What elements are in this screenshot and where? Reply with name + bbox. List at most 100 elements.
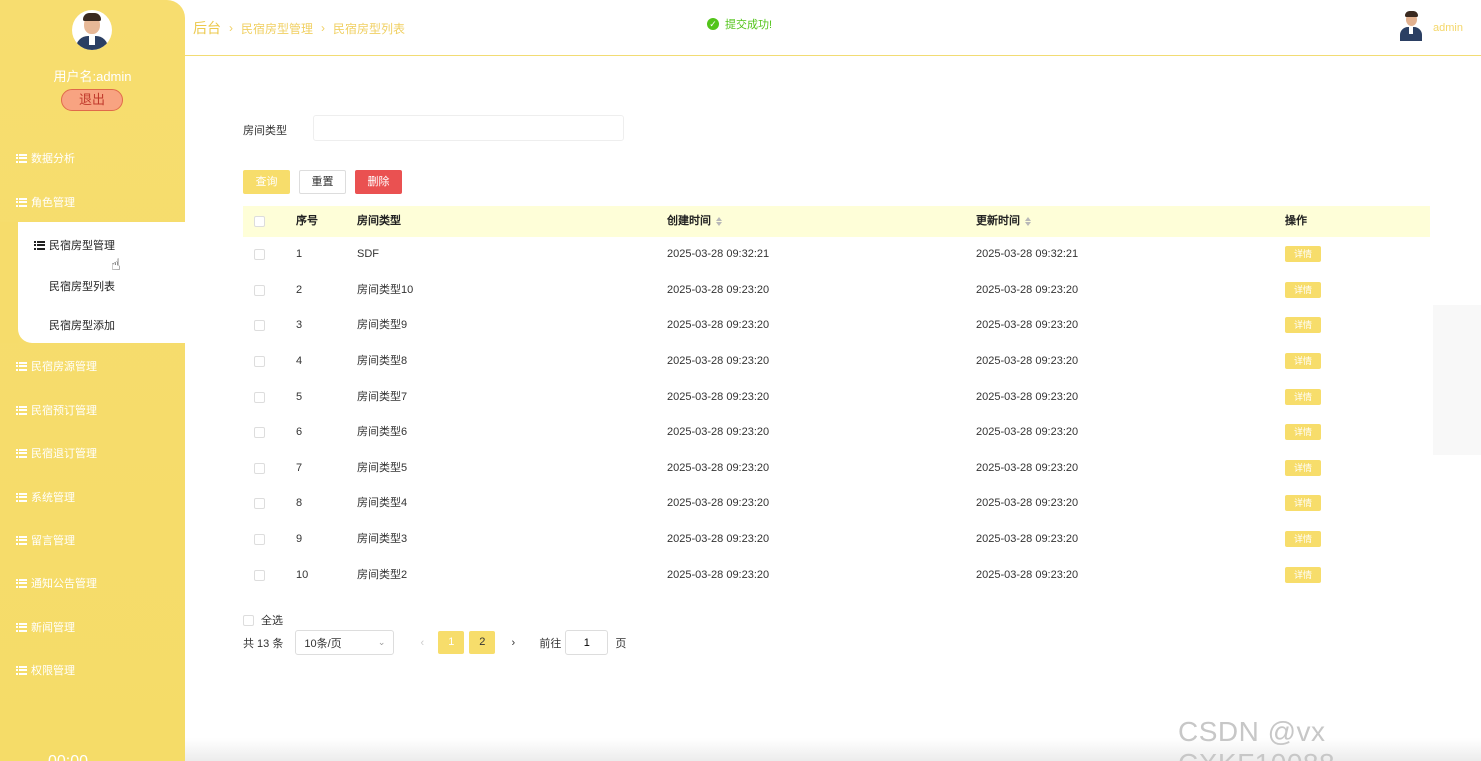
sidebar-item-label: 通知公告管理	[31, 578, 97, 590]
column-header-no: 序号	[296, 215, 318, 227]
chevron-right-icon: ›	[229, 21, 233, 35]
list-icon	[16, 535, 27, 545]
reset-button[interactable]: 重置	[299, 170, 346, 194]
sidebar-subitem-room-type-list[interactable]: 民宿房型列表	[49, 278, 115, 294]
row-checkbox[interactable]	[254, 498, 265, 509]
detail-button[interactable]: 详情	[1285, 567, 1321, 583]
cell-no: 5	[296, 391, 303, 403]
search-label: 房间类型	[243, 125, 287, 137]
header-username[interactable]: admin	[1433, 22, 1463, 34]
breadcrumb-item: 民宿房型列表	[333, 21, 406, 36]
select-all[interactable]: 全选	[243, 612, 283, 628]
chevron-right-icon: ›	[321, 21, 326, 35]
sidebar: 用户名:admin 退出 数据分析 角色管理 民宿房型管理 民宿房型列表 民宿房…	[0, 0, 185, 761]
cell-no: 7	[296, 462, 303, 474]
table-row: 1 SDF 2025-03-28 09:32:21 2025-03-28 09:32:…	[243, 237, 1430, 272]
detail-button[interactable]: 详情	[1285, 460, 1321, 476]
room-type-search-input[interactable]	[313, 115, 624, 141]
detail-button[interactable]: 详情	[1285, 282, 1321, 298]
page-size-select[interactable]: 10条/页 ⌄	[295, 630, 395, 655]
sidebar-item-cancellations[interactable]: 民宿退订管理	[16, 445, 97, 461]
row-checkbox[interactable]	[254, 356, 265, 367]
sidebar-username: 用户名:admin	[53, 69, 132, 84]
breadcrumb-item[interactable]: 民宿房型管理	[241, 20, 313, 37]
row-checkbox[interactable]	[254, 427, 265, 438]
page-button-1[interactable]: 1	[438, 631, 465, 654]
detail-button[interactable]: 详情	[1285, 246, 1321, 262]
row-checkbox[interactable]	[254, 534, 265, 545]
cell-updated: 2025-03-28 09:23:20	[976, 284, 1079, 296]
table-row: 6 房间类型6 2025-03-28 09:23:20 2025-03-28 09:2…	[243, 415, 1430, 450]
cell-updated: 2025-03-28 09:23:20	[976, 355, 1079, 367]
prev-page-button[interactable]: ‹	[412, 637, 432, 649]
select-all-header-checkbox[interactable]	[254, 216, 265, 227]
cell-updated: 2025-03-28 09:23:20	[976, 569, 1079, 581]
sidebar-item-label: 角色管理	[31, 197, 75, 209]
column-header-updated[interactable]: 更新时间	[976, 206, 1031, 237]
cell-updated: 2025-03-28 09:23:20	[976, 319, 1079, 331]
row-checkbox[interactable]	[254, 570, 265, 581]
sort-icon[interactable]	[716, 217, 722, 226]
cell-no: 4	[296, 355, 303, 367]
sidebar-item-listings[interactable]: 民宿房源管理	[16, 358, 97, 374]
table-header: 序号 房间类型 创建时间 更新时间 操作	[243, 206, 1430, 237]
sidebar-item-label: 系统管理	[31, 492, 75, 504]
sidebar-item-notices[interactable]: 通知公告管理	[16, 575, 97, 591]
detail-button[interactable]: 详情	[1285, 495, 1321, 511]
cell-updated: 2025-03-28 09:23:20	[976, 533, 1079, 545]
list-icon	[16, 448, 27, 458]
row-checkbox[interactable]	[254, 285, 265, 296]
cell-updated: 2025-03-28 09:23:20	[976, 497, 1079, 509]
query-button[interactable]: 查询	[243, 170, 290, 194]
cell-created: 2025-03-28 09:23:20	[667, 569, 770, 581]
row-checkbox[interactable]	[254, 392, 265, 403]
detail-button[interactable]: 详情	[1285, 531, 1321, 547]
sidebar-subitem-room-type-add[interactable]: 民宿房型添加	[49, 317, 115, 333]
sidebar-item-label: 民宿退订管理	[31, 448, 97, 460]
sidebar-item-messages[interactable]: 留言管理	[16, 532, 75, 548]
list-icon	[16, 665, 27, 675]
cell-room-type: 房间类型9	[357, 319, 408, 331]
row-checkbox[interactable]	[254, 320, 265, 331]
sidebar-item-data-analysis[interactable]: 数据分析	[16, 150, 75, 166]
sidebar-item-roles[interactable]: 角色管理	[16, 194, 75, 210]
next-page-button[interactable]: ›	[503, 637, 523, 649]
row-checkbox[interactable]	[254, 249, 265, 260]
list-icon	[16, 361, 27, 371]
select-all-checkbox[interactable]	[243, 614, 254, 626]
detail-button[interactable]: 详情	[1285, 424, 1321, 440]
table-row: 5 房间类型7 2025-03-28 09:23:20 2025-03-28 09:2…	[243, 380, 1430, 415]
header-avatar[interactable]	[1399, 10, 1423, 41]
sort-icon[interactable]	[1025, 217, 1031, 226]
sidebar-item-room-type-management[interactable]: 民宿房型管理	[34, 237, 115, 253]
cell-no: 1	[296, 248, 303, 260]
cell-room-type: 房间类型4	[357, 497, 408, 509]
cell-created: 2025-03-28 09:23:20	[667, 426, 770, 438]
page-button-2[interactable]: 2	[469, 631, 496, 654]
goto-page-input[interactable]	[565, 630, 609, 655]
delete-button[interactable]: 删除	[355, 170, 402, 194]
cell-created: 2025-03-28 09:32:21	[667, 248, 770, 260]
cell-room-type: 房间类型8	[357, 355, 408, 367]
detail-button[interactable]: 详情	[1285, 317, 1321, 333]
cell-no: 3	[296, 319, 303, 331]
column-header-created[interactable]: 创建时间	[667, 206, 722, 237]
list-icon	[16, 153, 27, 163]
detail-button[interactable]: 详情	[1285, 353, 1321, 369]
sidebar-item-system[interactable]: 系统管理	[16, 489, 75, 505]
cell-updated: 2025-03-28 09:23:20	[976, 462, 1079, 474]
row-checkbox[interactable]	[254, 463, 265, 474]
breadcrumb-home[interactable]: 后台	[193, 18, 221, 38]
cell-created: 2025-03-28 09:23:20	[667, 284, 770, 296]
sidebar-item-bookings[interactable]: 民宿预订管理	[16, 402, 97, 418]
cell-updated: 2025-03-28 09:23:20	[976, 391, 1079, 403]
detail-button[interactable]: 详情	[1285, 389, 1321, 405]
logout-button[interactable]: 退出	[61, 89, 123, 111]
sidebar-item-news[interactable]: 新闻管理	[16, 619, 75, 635]
table-row: 3 房间类型9 2025-03-28 09:23:20 2025-03-28 09:2…	[243, 308, 1430, 343]
cell-created: 2025-03-28 09:23:20	[667, 391, 770, 403]
sidebar-item-permissions[interactable]: 权限管理	[16, 662, 75, 678]
cell-created: 2025-03-28 09:23:20	[667, 533, 770, 545]
cell-created: 2025-03-28 09:23:20	[667, 355, 770, 367]
column-header-actions: 操作	[1285, 215, 1307, 227]
